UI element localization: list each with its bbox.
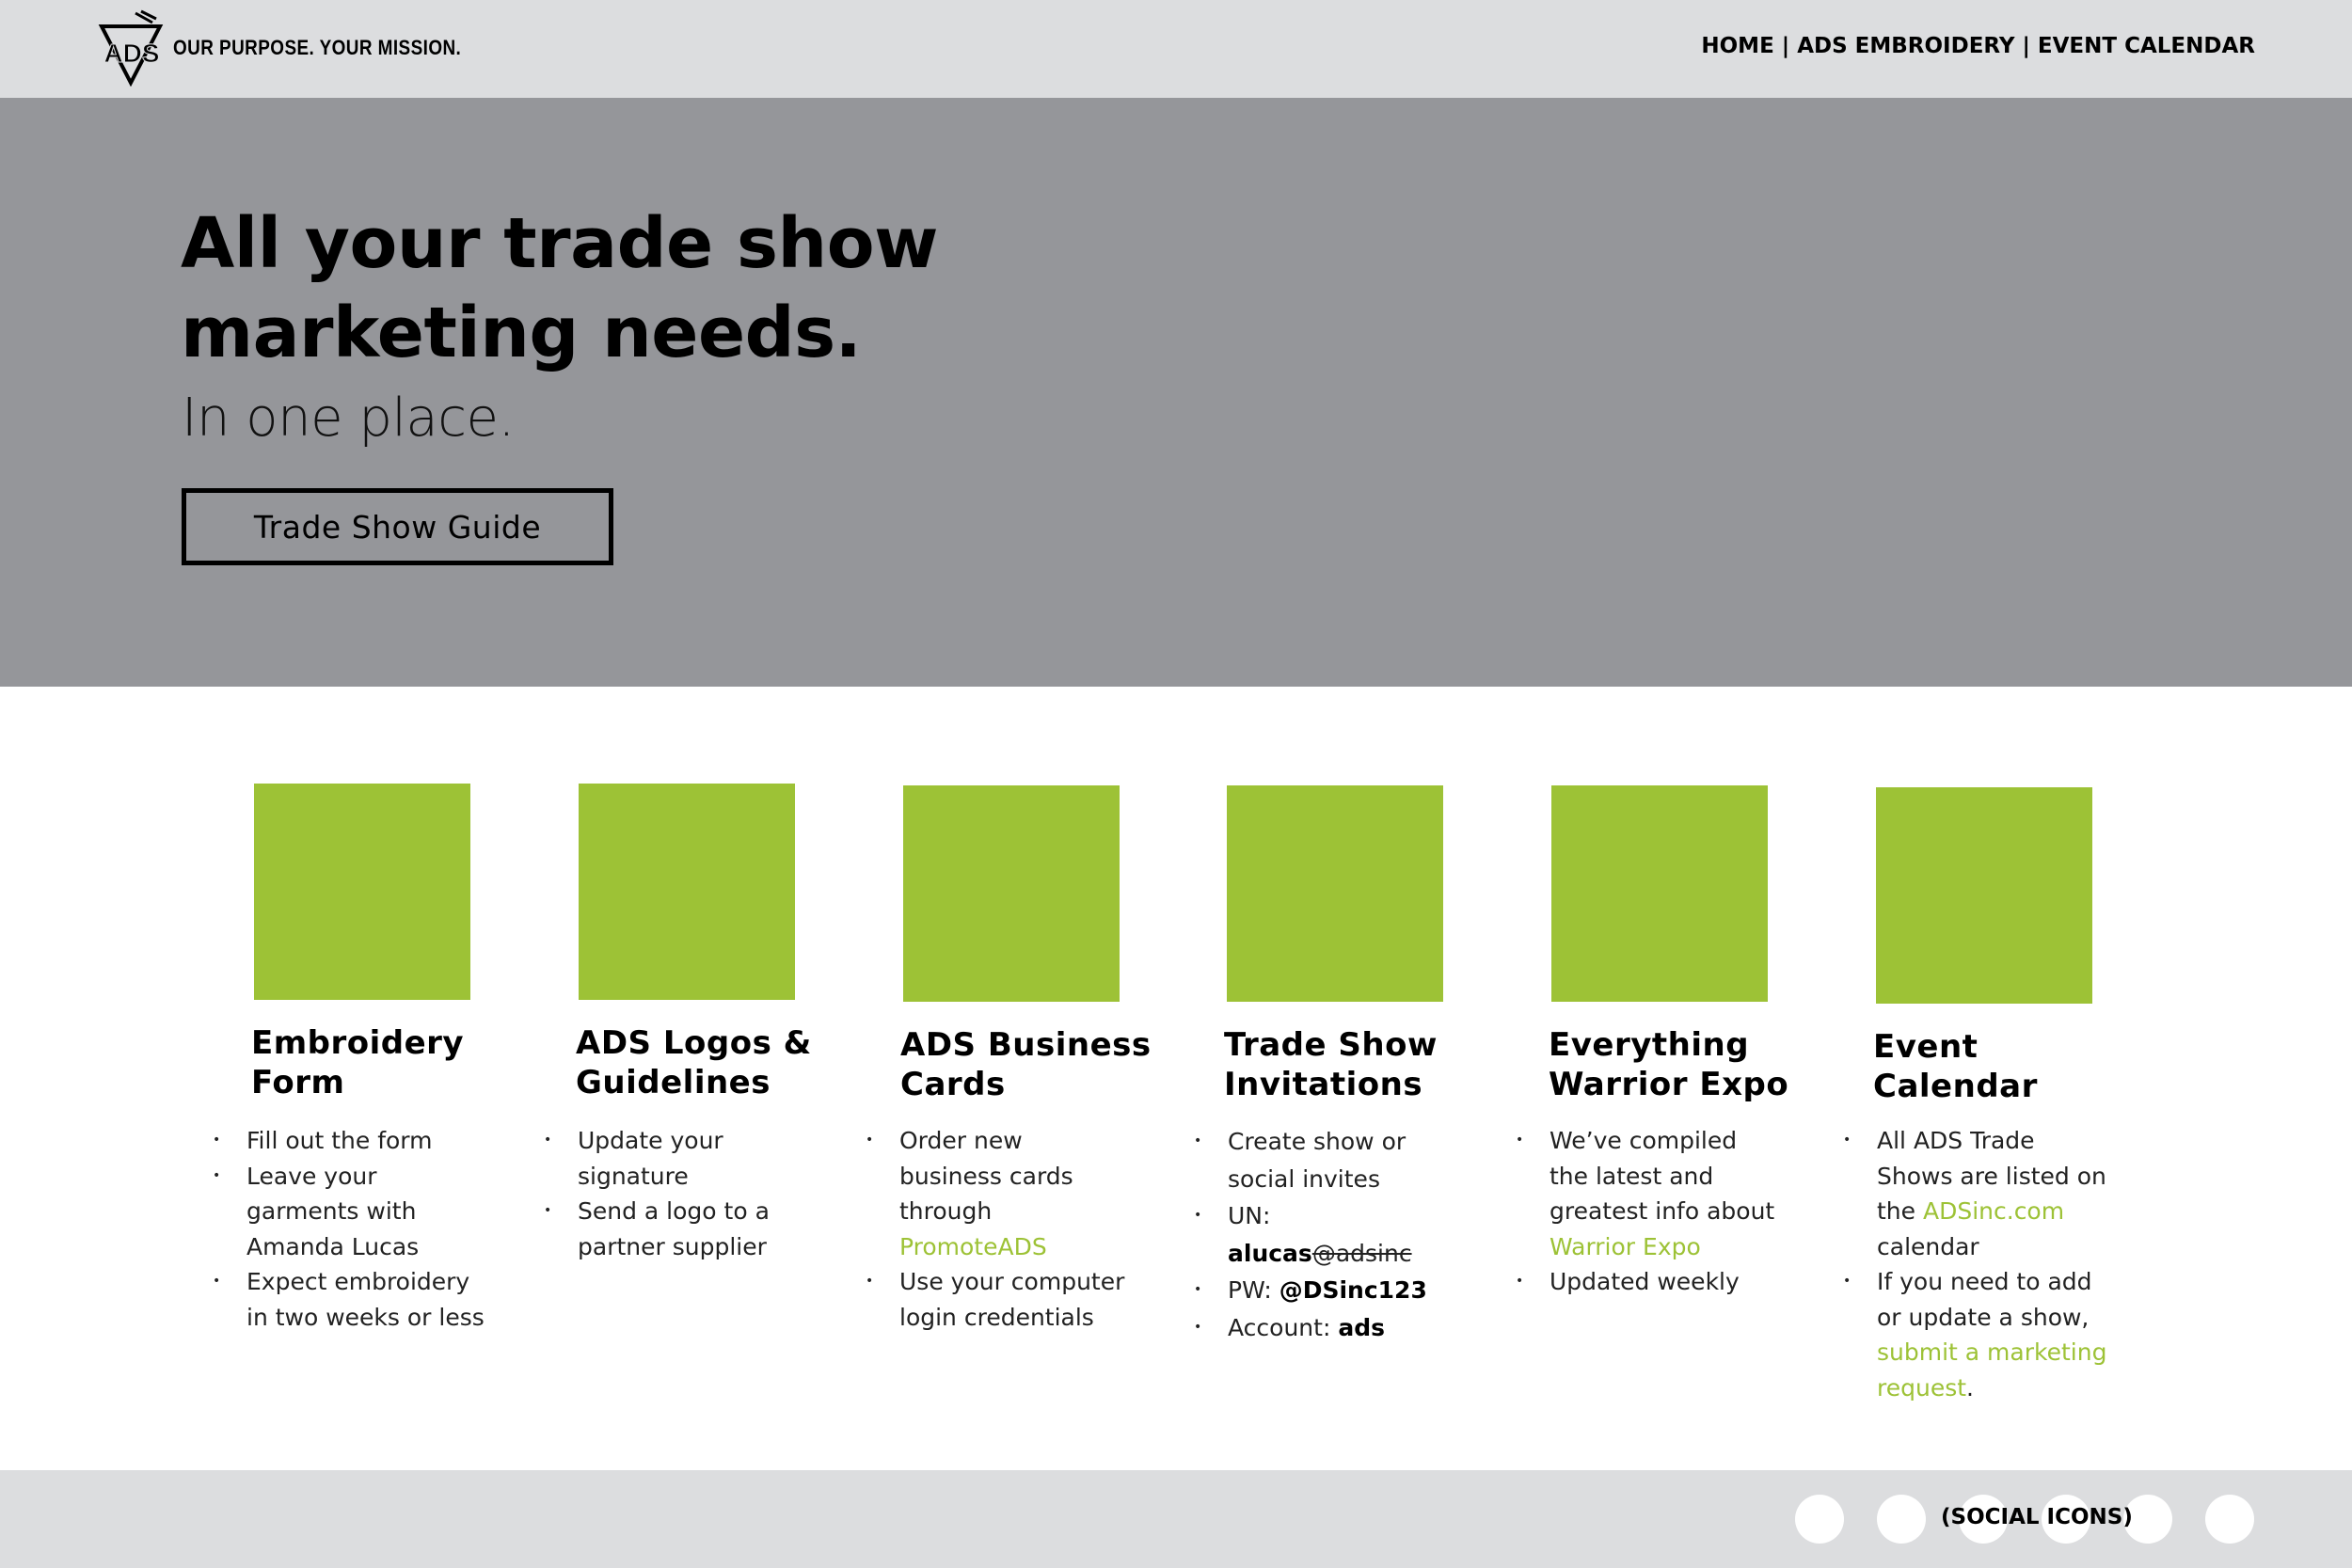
card-title-line-1: ADS Logos & (576, 1024, 812, 1062)
list-item-text: . (1966, 1373, 1974, 1402)
card-title[interactable]: Event Calendar (1873, 1027, 2155, 1106)
list-item-text: Order new business cards through (899, 1127, 1073, 1225)
card-title[interactable]: Embroidery Form (251, 1023, 533, 1102)
event-calendar-image[interactable] (1876, 787, 2092, 1004)
account-label: Account: (1228, 1313, 1331, 1341)
list-item-text: If you need to add or update a show, (1877, 1268, 2092, 1331)
hero-title-line-1: All your trade show (181, 203, 938, 284)
list-item: All ADS Trade Shows are listed on the AD… (1843, 1123, 2107, 1264)
list-item: We’ve compiled the latest and greatest i… (1516, 1123, 1775, 1264)
card-title-line-2: Guidelines (576, 1064, 771, 1101)
ads-logo[interactable]: ADS (98, 9, 166, 87)
trade-show-invitations-image[interactable] (1227, 785, 1443, 1002)
embroidery-form-image[interactable] (254, 784, 470, 1000)
card-list: Update your signature Send a logo to a p… (544, 1123, 789, 1264)
promoteads-link[interactable]: PromoteADS (899, 1233, 1047, 1260)
card-title[interactable]: ADS Logos & Guidelines (576, 1023, 858, 1102)
hero-subtitle: In one place. (182, 388, 515, 449)
social-icon-2[interactable] (1877, 1495, 1926, 1544)
card-title-line-1: Event (1873, 1028, 1979, 1066)
list-item: Create show or social invites (1194, 1123, 1435, 1197)
card-title-line-1: ADS Business (900, 1026, 1152, 1064)
nav-event-calendar[interactable]: EVENT CALENDAR (2038, 34, 2255, 58)
card-list: Order new business cards through Promote… (866, 1123, 1125, 1335)
social-icon-1[interactable] (1795, 1495, 1844, 1544)
nav-home[interactable]: HOME (1701, 34, 1773, 58)
main-nav: HOME | ADS EMBROIDERY | EVENT CALENDAR (1701, 34, 2255, 58)
card-title[interactable]: Everything Warrior Expo (1549, 1025, 1831, 1104)
list-item: Fill out the form (213, 1123, 491, 1159)
card-title[interactable]: Trade Show Invitations (1224, 1025, 1506, 1104)
warrior-expo-image[interactable] (1551, 785, 1768, 1002)
list-item: Updated weekly (1516, 1264, 1775, 1300)
list-item: Order new business cards through Promote… (866, 1123, 1125, 1264)
hero-banner: All your trade show marketing needs. In … (0, 98, 2352, 687)
adsinc-link[interactable]: ADSinc.com (1923, 1197, 2064, 1225)
username-label: UN: (1228, 1202, 1271, 1229)
list-item: If you need to add or update a show, sub… (1843, 1264, 2107, 1405)
username-value: alucas (1228, 1239, 1312, 1267)
card-list: Create show or social invites UN: alucas… (1194, 1123, 1435, 1347)
list-item: Expect embroidery in two weeks or less (213, 1264, 491, 1335)
nav-separator: | (2022, 34, 2030, 58)
nav-ads-embroidery[interactable]: ADS EMBROIDERY (1797, 34, 2014, 58)
warrior-expo-link[interactable]: Warrior Expo (1549, 1233, 1701, 1260)
list-item: UN: alucas@adsinc (1194, 1197, 1435, 1272)
card-list: Fill out the form Leave your garments wi… (213, 1123, 491, 1335)
card-title-line-2: Calendar (1873, 1068, 2038, 1105)
card-title-line-2: Cards (900, 1066, 1006, 1103)
logo-text: ADS (103, 39, 159, 68)
social-icons-label: (SOCIAL ICONS) (1941, 1505, 2133, 1529)
card-title-line-2: Warrior Expo (1549, 1066, 1789, 1103)
card-title-line-1: Trade Show (1224, 1026, 1438, 1064)
hero-title-line-2: marketing needs. (181, 293, 862, 373)
social-icon-6[interactable] (2205, 1495, 2254, 1544)
tagline: OUR PURPOSE. YOUR MISSION. (173, 36, 462, 59)
list-item-text: We’ve compiled the latest and greatest i… (1549, 1127, 1775, 1225)
nav-separator: | (1781, 34, 1790, 58)
account-value: ads (1338, 1313, 1385, 1341)
card-title-line-2: Form (251, 1064, 345, 1101)
card-title-line-1: Embroidery (251, 1024, 465, 1062)
list-item: Leave your garments with Amanda Lucas (213, 1159, 491, 1265)
list-item: Use your computer login credentials (866, 1264, 1125, 1335)
card-title-line-1: Everything (1549, 1026, 1750, 1064)
top-bar: ADS OUR PURPOSE. YOUR MISSION. HOME | AD… (0, 0, 2352, 98)
password-label: PW: (1228, 1276, 1272, 1304)
list-item: Account: ads (1194, 1309, 1435, 1347)
business-cards-image[interactable] (903, 785, 1120, 1002)
card-list: All ADS Trade Shows are listed on the AD… (1843, 1123, 2107, 1405)
list-item: Send a logo to a partner supplier (544, 1194, 789, 1264)
card-title[interactable]: ADS Business Cards (900, 1025, 1183, 1104)
card-title-line-2: Invitations (1224, 1066, 1423, 1103)
card-list: We’ve compiled the latest and greatest i… (1516, 1123, 1775, 1300)
ads-logos-image[interactable] (579, 784, 795, 1000)
trade-show-guide-button[interactable]: Trade Show Guide (182, 488, 613, 565)
hero-title: All your trade show marketing needs. (181, 199, 1027, 378)
submit-marketing-request-link[interactable]: submit a marketing request (1877, 1338, 2106, 1402)
list-item: PW: @DSinc123 (1194, 1272, 1435, 1309)
list-item: Update your signature (544, 1123, 789, 1194)
username-domain: @adsinc (1311, 1239, 1412, 1267)
list-item-text: calendar (1877, 1232, 1979, 1260)
password-value: @DSinc123 (1279, 1276, 1427, 1304)
